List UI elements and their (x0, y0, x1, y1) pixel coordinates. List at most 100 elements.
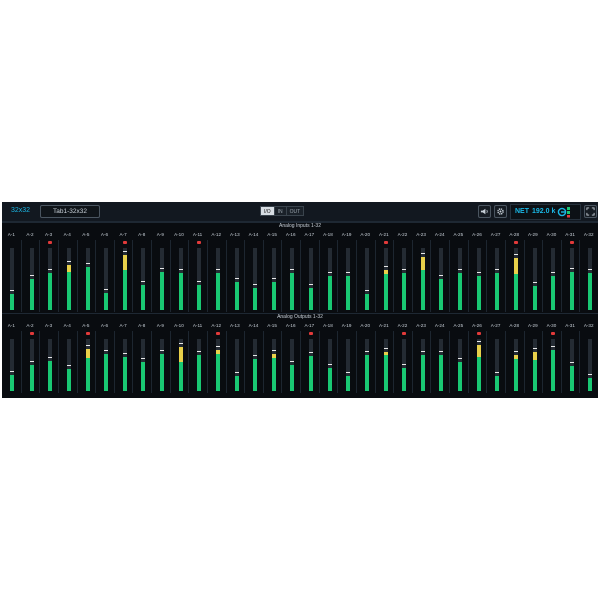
clip-indicator[interactable] (122, 241, 127, 244)
clip-indicator[interactable] (309, 332, 313, 335)
channel-strip[interactable] (151, 331, 171, 393)
meter-fill (513, 355, 518, 391)
clip-indicator[interactable] (513, 241, 518, 244)
channel-strip[interactable] (504, 240, 525, 312)
peak-hold-marker (495, 269, 500, 270)
channel-strip[interactable] (318, 240, 339, 312)
gear-icon[interactable] (494, 205, 507, 218)
channel-strip[interactable] (486, 331, 506, 393)
channel-label: A-17 (304, 232, 315, 237)
peak-hold-marker (513, 254, 518, 255)
channel-strip[interactable] (57, 240, 78, 312)
channel-strip[interactable] (169, 240, 190, 312)
channel-strip[interactable] (411, 331, 432, 393)
channel-strip[interactable] (57, 331, 78, 393)
channel-strip[interactable] (355, 240, 376, 312)
clip-indicator[interactable] (551, 332, 556, 335)
clip-indicator[interactable] (48, 241, 53, 244)
channel-strip[interactable] (188, 240, 208, 312)
meter-fill (402, 273, 407, 310)
peak-hold-marker (513, 351, 518, 352)
channel-strip[interactable] (318, 331, 339, 393)
channel-strip[interactable] (206, 240, 227, 312)
channel-strip[interactable] (2, 240, 21, 312)
channel-strip[interactable] (206, 331, 227, 393)
channel-strip[interactable] (20, 331, 41, 393)
channel-strip[interactable] (449, 240, 469, 312)
speaker-icon[interactable] (478, 205, 491, 218)
channel-strip[interactable] (449, 331, 469, 393)
channel-label: A-13 (229, 323, 240, 328)
level-meter (253, 248, 258, 310)
clip-indicator[interactable] (476, 332, 481, 335)
channel-strip[interactable] (337, 240, 357, 312)
clip-indicator[interactable] (215, 332, 220, 335)
channel-strip[interactable] (2, 331, 21, 393)
channel-strip[interactable] (95, 331, 115, 393)
channel-label: A-30 (546, 323, 557, 328)
channel-strip[interactable] (374, 331, 395, 393)
channel-strip[interactable] (504, 331, 525, 393)
channel-strip[interactable] (411, 240, 432, 312)
fullscreen-icon[interactable] (584, 205, 597, 218)
channel-strip[interactable] (374, 240, 395, 312)
channel-strip[interactable] (113, 240, 134, 312)
channel-strip[interactable] (262, 240, 283, 312)
channel-label: A-18 (323, 232, 333, 237)
clip-indicator[interactable] (197, 241, 202, 244)
channel-strip[interactable] (579, 240, 598, 312)
view-out-button[interactable]: OUT (285, 206, 305, 216)
clip-indicator[interactable] (29, 332, 34, 335)
clip-indicator[interactable] (383, 241, 388, 244)
channel-strip[interactable] (281, 240, 301, 312)
tab-selector[interactable]: Tab1-32x32 (40, 205, 100, 218)
channel-strip[interactable] (300, 331, 320, 393)
channel-strip[interactable] (244, 331, 264, 393)
channel-strip[interactable] (430, 331, 450, 393)
channel-strip[interactable] (393, 240, 413, 312)
channel-strip[interactable] (244, 240, 264, 312)
channel-strip[interactable] (151, 240, 171, 312)
channel-strip[interactable] (132, 240, 152, 312)
level-meter (458, 248, 462, 310)
channel-strip[interactable] (560, 331, 581, 393)
channel-strip[interactable] (39, 331, 59, 393)
channel-strip[interactable] (542, 240, 562, 312)
channel-strip[interactable] (430, 240, 450, 312)
clip-indicator[interactable] (85, 332, 90, 335)
channel-strip[interactable] (95, 240, 115, 312)
channel-strip[interactable] (542, 331, 562, 393)
channel-strip[interactable] (486, 240, 506, 312)
meter-warn-segment (383, 352, 388, 355)
channel-strip[interactable] (560, 240, 581, 312)
channel-strip[interactable] (113, 331, 134, 393)
view-io-button[interactable]: I/O (260, 206, 275, 216)
channel-strip[interactable] (467, 331, 488, 393)
channel-strip[interactable] (132, 331, 152, 393)
channel-strip[interactable] (39, 240, 59, 312)
channel-strip[interactable] (281, 331, 301, 393)
channel-strip[interactable] (76, 240, 97, 312)
channel-strip[interactable] (467, 240, 488, 312)
channel-label: A-26 (472, 232, 482, 237)
meter-fill (141, 285, 146, 310)
channel-strip[interactable] (579, 331, 598, 393)
channel-strip[interactable] (393, 331, 413, 393)
channel-strip[interactable] (225, 331, 246, 393)
channel-strip[interactable] (169, 331, 190, 393)
clip-indicator[interactable] (402, 332, 407, 335)
channel-strip[interactable] (355, 331, 376, 393)
channel-strip[interactable] (523, 331, 544, 393)
channel-strip[interactable] (188, 331, 208, 393)
clip-indicator[interactable] (569, 241, 574, 244)
meter-warn-segment (513, 355, 518, 359)
level-meter (104, 339, 109, 391)
channel-strip[interactable] (225, 240, 246, 312)
channel-strip[interactable] (337, 331, 357, 393)
meter-fill (402, 368, 407, 391)
channel-strip[interactable] (20, 240, 41, 312)
channel-strip[interactable] (262, 331, 283, 393)
channel-strip[interactable] (76, 331, 97, 393)
channel-strip[interactable] (523, 240, 544, 312)
channel-strip[interactable] (300, 240, 320, 312)
